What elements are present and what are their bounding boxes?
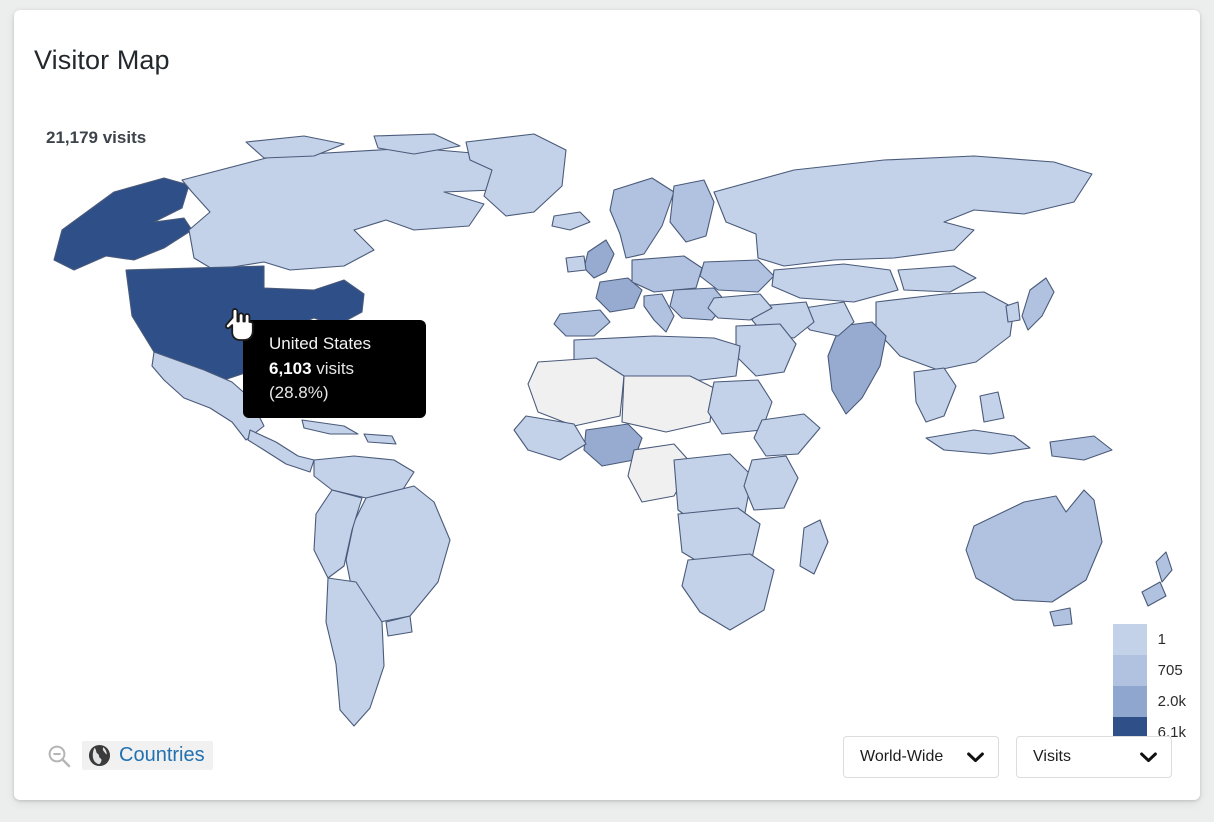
tooltip-visits-value: 6,103	[269, 359, 312, 379]
legend-label: 1	[1157, 631, 1166, 648]
legend-item: 2.0k	[1112, 686, 1186, 717]
country-ireland[interactable]	[565, 255, 587, 273]
country-japan[interactable]	[1021, 277, 1055, 331]
map-legend: 1 705 2.0k 6.1k	[1112, 624, 1186, 748]
country-australia[interactable]	[965, 489, 1103, 603]
country-philippines[interactable]	[979, 391, 1005, 423]
globe-icon	[88, 744, 111, 767]
country-norway-sweden[interactable]	[609, 177, 675, 259]
legend-label: 705	[1157, 662, 1183, 679]
map-filters: World-Wide Visits	[843, 736, 1172, 778]
country-korea[interactable]	[1005, 301, 1021, 323]
country-new-zealand-south[interactable]	[1141, 581, 1167, 607]
legend-item: 1	[1112, 624, 1166, 655]
country-new-guinea[interactable]	[1049, 435, 1113, 461]
pointing-hand-cursor	[224, 308, 254, 341]
map-tooltip: United States 6,103 visits (28.8%)	[243, 320, 426, 419]
country-central-america[interactable]	[247, 429, 315, 473]
country-hispaniola[interactable]	[363, 433, 397, 445]
legend-item: 705	[1112, 655, 1183, 686]
country-italy[interactable]	[643, 293, 675, 333]
country-southern-africa[interactable]	[681, 553, 775, 631]
country-mongolia[interactable]	[897, 265, 977, 293]
magnifier-minus-icon[interactable]	[46, 743, 72, 769]
metric-select-value: Visits	[1033, 748, 1071, 765]
legend-swatch	[1112, 655, 1147, 686]
country-china[interactable]	[875, 291, 1015, 371]
country-iceland[interactable]	[551, 211, 591, 231]
country-ukraine[interactable]	[699, 259, 775, 293]
tooltip-country-name: United States	[269, 334, 372, 353]
country-tasmania[interactable]	[1049, 607, 1073, 627]
country-madagascar[interactable]	[799, 519, 829, 575]
country-indonesia[interactable]	[925, 429, 1031, 455]
world-map[interactable]	[14, 130, 1200, 730]
country-southeast-asia[interactable]	[913, 367, 957, 423]
region-select[interactable]: World-Wide	[843, 736, 999, 778]
page-title: Visitor Map	[34, 45, 170, 75]
breadcrumb[interactable]: Countries	[82, 741, 213, 770]
country-canada[interactable]	[181, 147, 520, 271]
map-breadcrumb-controls: Countries	[46, 741, 213, 770]
tooltip-visits-line: 6,103 visits	[269, 357, 408, 380]
metric-select[interactable]: Visits	[1016, 736, 1172, 778]
country-kenya-tanzania[interactable]	[743, 455, 799, 511]
country-spain-portugal[interactable]	[553, 309, 611, 337]
breadcrumb-label[interactable]: Countries	[119, 744, 205, 767]
tooltip-percent: (28.8%)	[269, 382, 329, 402]
country-alaska[interactable]	[53, 177, 193, 271]
country-ethiopia-somalia[interactable]	[753, 413, 821, 457]
tooltip-visits-word: visits	[316, 359, 355, 379]
chevron-down-icon	[967, 752, 984, 762]
visitor-map-card: Visitor Map 21,179 visits United States …	[14, 10, 1200, 800]
country-new-zealand[interactable]	[1155, 551, 1173, 583]
country-united-kingdom[interactable]	[583, 239, 615, 279]
legend-swatch	[1112, 624, 1147, 655]
country-cuba[interactable]	[301, 419, 359, 435]
legend-swatch	[1112, 686, 1147, 717]
country-niger-chad[interactable]	[621, 375, 715, 433]
country-russia[interactable]	[713, 155, 1093, 267]
legend-label: 2.0k	[1157, 693, 1186, 710]
region-select-value: World-Wide	[860, 748, 944, 765]
country-finland[interactable]	[669, 179, 715, 243]
country-mauritania-mali[interactable]	[527, 357, 625, 427]
country-kazakhstan[interactable]	[771, 263, 899, 303]
chevron-down-icon	[1140, 752, 1157, 762]
country-germany-poland[interactable]	[631, 255, 703, 293]
world-map-svg[interactable]	[14, 130, 1200, 730]
